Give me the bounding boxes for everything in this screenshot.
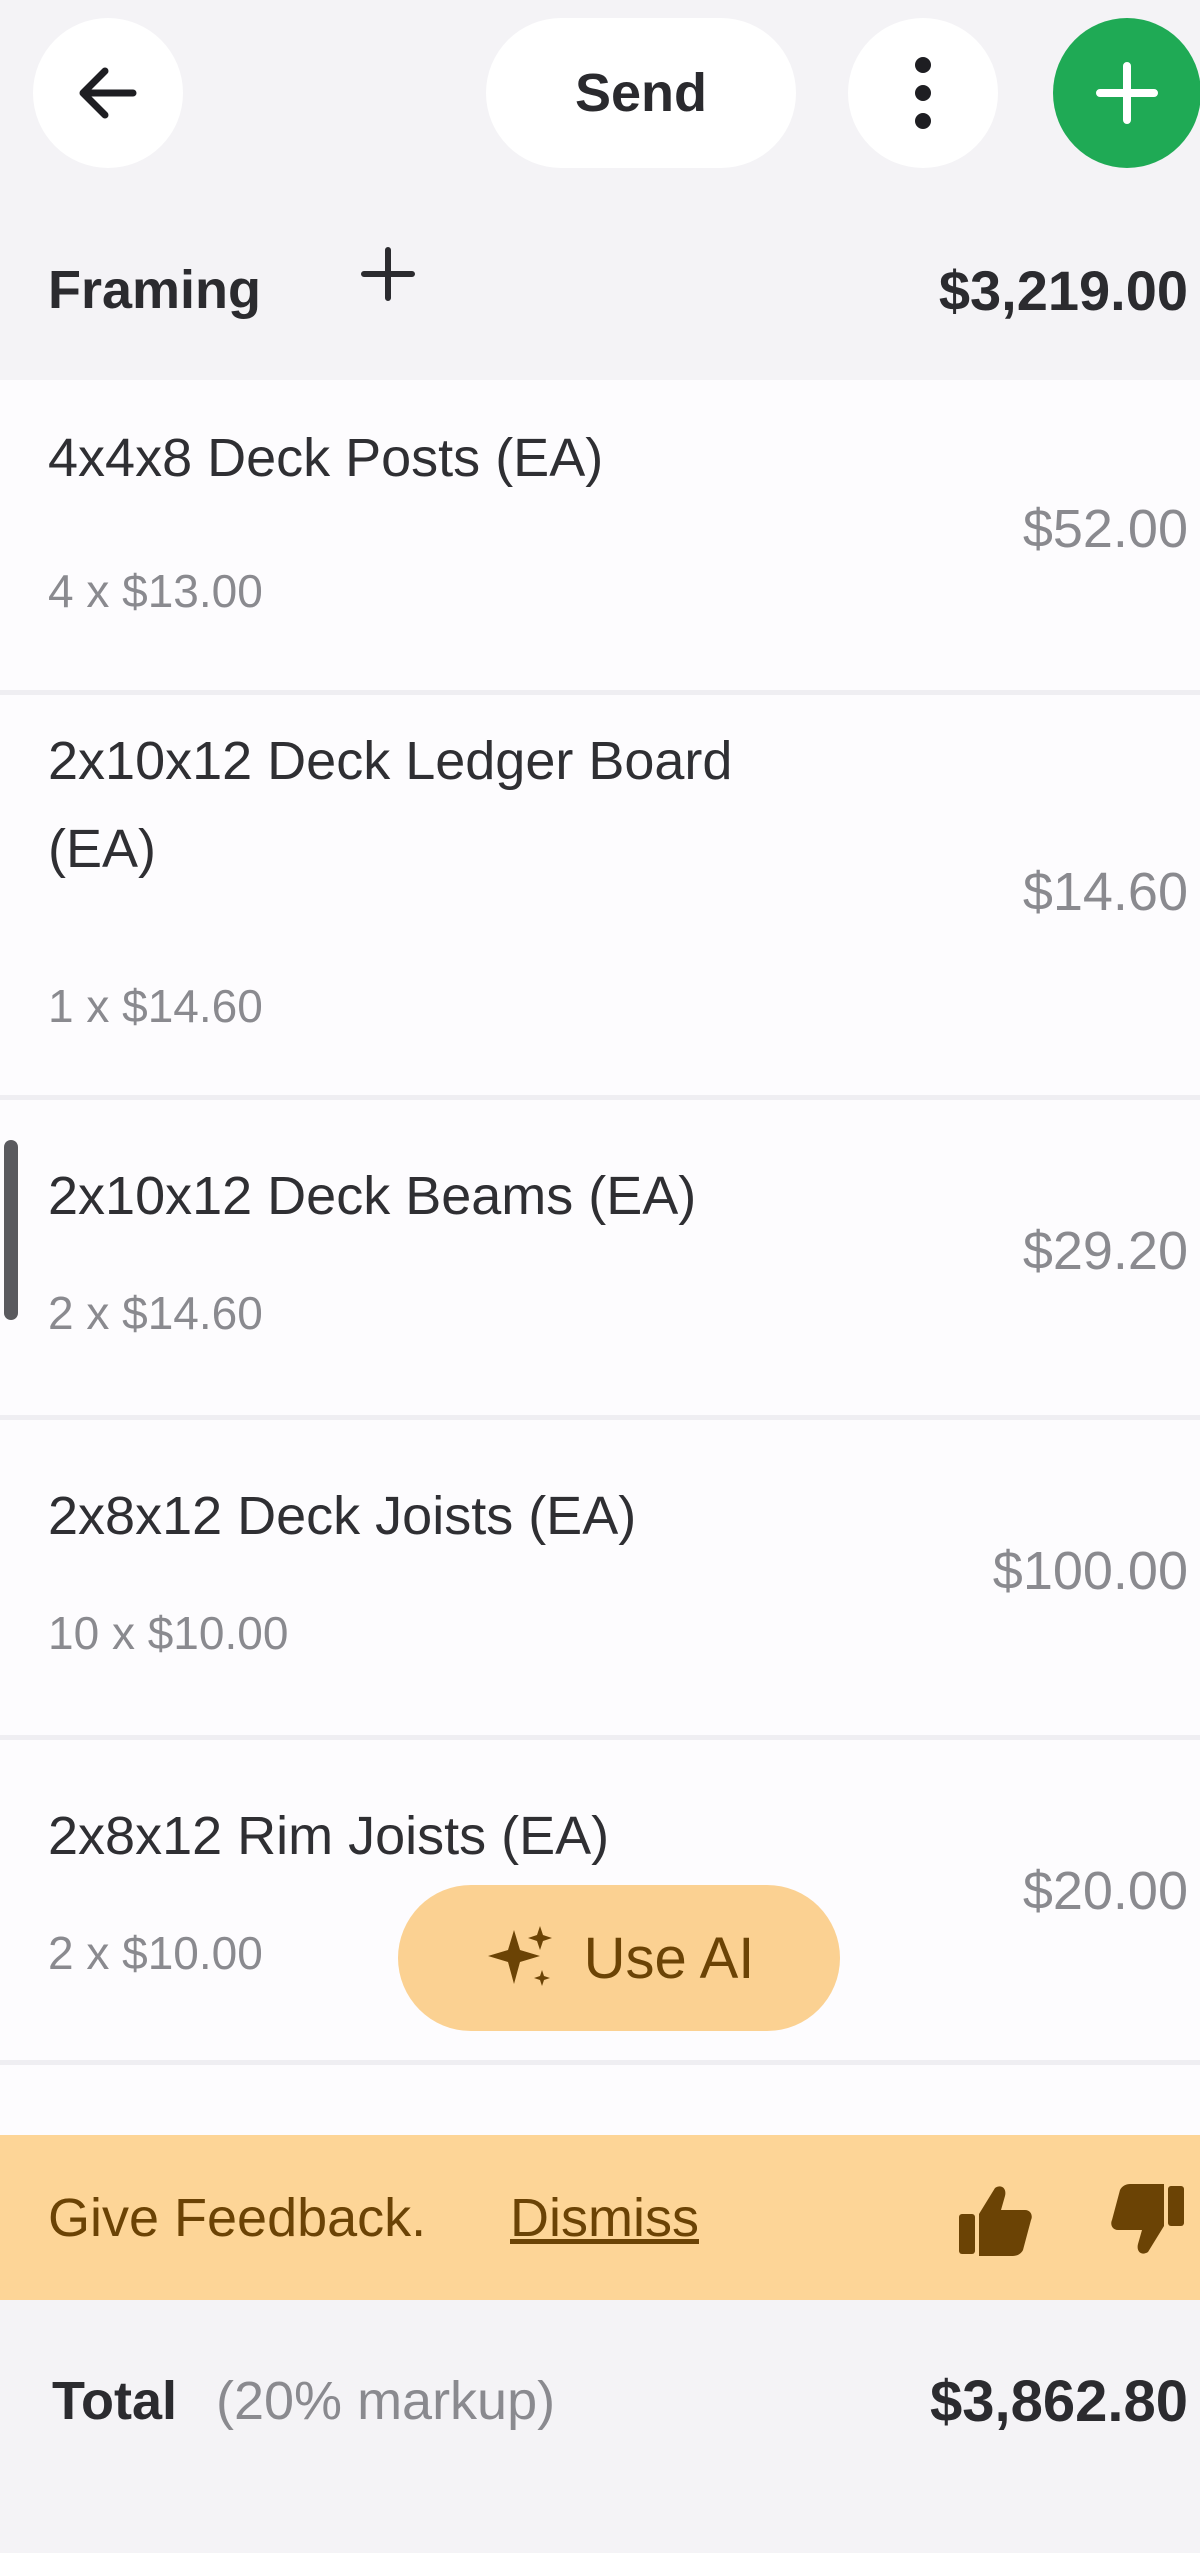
list-item[interactable]: 2x10x12 Deck Ledger Board (EA) 1 x $14.6…	[0, 695, 1200, 1100]
dismiss-link[interactable]: Dismiss	[510, 2187, 699, 2249]
thumbs-up-icon[interactable]	[955, 2180, 1035, 2260]
line-item-list[interactable]: 4x4x8 Deck Posts (EA) 4 x $13.00 $52.00 …	[0, 380, 1200, 2135]
item-quantity: 2 x $14.60	[48, 1287, 263, 1339]
drag-handle[interactable]	[4, 1140, 18, 1320]
item-name: 2x10x12 Deck Ledger Board (EA)	[48, 731, 733, 879]
list-item[interactable]: 4x4x8 Deck Posts (EA) 4 x $13.00 $52.00	[0, 380, 1200, 695]
item-name: 2x8x12 Rim Joists (EA)	[48, 1806, 610, 1866]
arrow-left-icon	[79, 67, 137, 119]
item-price: $14.60	[1022, 862, 1188, 922]
item-name: 4x4x8 Deck Posts (EA)	[48, 428, 604, 488]
item-quantity: 10 x $10.00	[48, 1607, 289, 1659]
top-bar: Send	[0, 0, 1200, 190]
item-price: $100.00	[992, 1541, 1188, 1601]
item-name: 2x10x12 Deck Beams (EA)	[48, 1166, 697, 1226]
item-quantity: 2 x $10.00	[48, 1927, 263, 1979]
section-header: Framing $3,219.00	[0, 200, 1200, 380]
feedback-text: Give Feedback.	[48, 2187, 427, 2248]
back-button[interactable]	[33, 18, 183, 168]
item-price: $29.20	[1022, 1221, 1188, 1281]
item-price: $52.00	[1022, 499, 1188, 559]
list-item[interactable]	[0, 2065, 1200, 2135]
section-title: Framing	[48, 260, 262, 320]
plus-icon	[1096, 62, 1158, 124]
grand-total: $3,862.80	[929, 2369, 1188, 2434]
use-ai-label: Use AI	[583, 1925, 755, 1991]
send-button[interactable]: Send	[486, 18, 796, 168]
more-options-button[interactable]	[848, 18, 998, 168]
add-button[interactable]	[1053, 18, 1200, 168]
total-label: Total	[52, 2371, 177, 2431]
item-quantity: 1 x $14.60	[48, 980, 263, 1032]
item-quantity: 4 x $13.00	[48, 565, 263, 617]
markup-label: (20% markup)	[216, 2371, 556, 2431]
thumbs-down-icon[interactable]	[1108, 2180, 1188, 2260]
item-name: 2x8x12 Deck Joists (EA)	[48, 1486, 637, 1546]
item-price: $20.00	[1022, 1861, 1188, 1921]
add-item-icon[interactable]	[358, 244, 418, 304]
kebab-icon	[915, 57, 931, 129]
section-total: $3,219.00	[938, 258, 1188, 322]
use-ai-button[interactable]: Use AI	[398, 1885, 840, 2031]
sparkles-icon	[487, 1926, 552, 1986]
list-item[interactable]: 2x8x12 Deck Joists (EA) 10 x $10.00 $100…	[0, 1420, 1200, 1740]
feedback-banner: Give Feedback. Dismiss	[0, 2135, 1200, 2300]
list-item[interactable]: 2x10x12 Deck Beams (EA) 2 x $14.60 $29.2…	[0, 1100, 1200, 1420]
